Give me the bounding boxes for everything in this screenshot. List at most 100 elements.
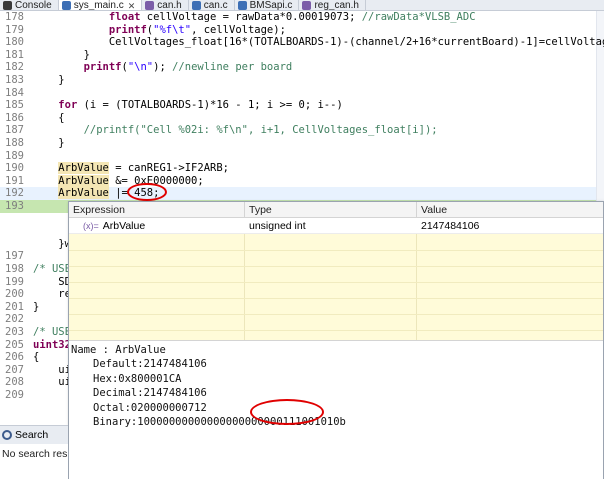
code-text: } [33,48,90,61]
code-line[interactable]: 190 ArbValue = canREG1->IF2ARB; [0,162,596,175]
h-file-icon [302,1,312,10]
line-number: 180 [5,36,24,49]
expression-empty-area [69,234,603,340]
detail-hex: Hex:0x800001CA [93,372,182,385]
tab-sys-main-c[interactable]: sys_main.c ✕ [58,0,143,11]
line-number: 179 [5,23,24,36]
tab-label: can.h [157,0,182,11]
line-number: 207 [5,363,24,376]
line-number: 187 [5,124,24,137]
code-text: printf("%f\t", cellVoltage); [108,23,286,36]
search-view: Search No search results [0,425,68,479]
tab-label: sys_main.c [73,0,124,11]
line-number: 200 [5,288,24,301]
tab-label: can.c [203,0,228,11]
line-number: 209 [5,389,24,401]
line-number: 192 [5,187,24,200]
line-number: 178 [5,11,24,23]
line-number: 181 [5,48,24,61]
detail-name: Name : ArbValue [71,344,166,356]
line-number: 184 [5,86,24,99]
code-line[interactable]: 192 ArbValue |= 458; [0,187,596,200]
line-number: 189 [5,149,24,162]
c-file-icon [191,1,201,10]
value-detail-pane: Name : ArbValue Default:2147484106 Hex:0… [69,340,603,479]
code-text: //printf("Cell %02i: %f\n", i+1, CellVol… [83,124,438,137]
c-file-icon [61,1,71,10]
expression-value: 2147484106 [421,220,480,232]
code-text: } [33,300,40,313]
tab-label: reg_can.h [314,0,359,11]
tab-label: Console [15,0,52,11]
h-file-icon [145,1,155,10]
code-line[interactable]: 184 [0,87,596,100]
detail-decimal: Decimal:2147484106 [93,387,207,400]
code-line[interactable]: 183 } [0,74,596,87]
code-text: CellVoltages_float[16*(TOTALBOARDS-1)-(c… [33,36,604,49]
tab-label: BMSapi.c [249,0,293,11]
line-number: 205 [5,338,24,351]
line-number: 206 [5,351,24,364]
code-line[interactable]: 181 } [0,49,596,62]
search-tab-label: Search [15,429,49,441]
code-line[interactable]: 187 //printf("Cell %02i: %f\n", i+1, Cel… [0,124,596,137]
c-file-icon [237,1,247,10]
expression-type: unsigned int [249,220,306,232]
line-number: 182 [5,61,24,74]
line-number: 185 [5,99,24,112]
code-text: { [33,351,40,364]
detail-default: Default:2147484106 [93,358,207,371]
value-column-header[interactable]: Value [417,202,603,218]
line-number: 202 [5,313,24,326]
line-number: 188 [5,137,24,149]
expression-column-header[interactable]: Expression [69,202,245,218]
code-text: float cellVoltage = rawData*0.00019073; … [108,11,476,23]
code-text: { [33,111,65,124]
line-number: 201 [5,300,24,313]
code-line[interactable]: 182 printf("\n"); //newline per board [0,61,596,74]
highlight-circle-binary [250,399,324,425]
line-number: 199 [5,275,24,288]
expression-row-arbvalue[interactable]: (x)= ArbValue unsigned int 2147484106 [69,218,603,234]
line-number: 203 [5,326,24,338]
highlight-circle-458 [127,183,167,201]
code-line[interactable]: 186 { [0,112,596,125]
code-line[interactable]: 185 for (i = (TOTALBOARDS-1)*16 - 1; i >… [0,99,596,112]
close-icon[interactable]: ✕ [128,1,136,11]
tab-reg-can-h[interactable]: reg_can.h [299,0,366,11]
code-line[interactable]: 189 [0,150,596,163]
code-text: printf("\n"); //newline per board [83,61,293,74]
variable-icon: (x)= [83,221,99,231]
expression-name: ArbValue [102,220,146,232]
tab-can-h[interactable]: can.h [142,0,189,11]
tab-console[interactable]: Console [0,0,59,11]
code-text: ArbValue = canREG1->IF2ARB; [58,162,229,175]
expression-table-header: Expression Type Value [69,202,603,218]
code-line[interactable]: 179 printf("%f\t", cellVoltage); [0,24,596,37]
code-line[interactable]: 180 CellVoltages_float[16*(TOTALBOARDS-1… [0,36,604,49]
line-number: 191 [5,174,24,187]
tab-bmsapi-c[interactable]: BMSapi.c [235,0,300,11]
code-line[interactable]: 178 float cellVoltage = rawData*0.000190… [0,11,596,24]
code-text: } [33,137,65,149]
line-number: 190 [5,162,24,175]
expression-hover-popup[interactable]: Expression Type Value (x)= ArbValue unsi… [68,201,604,479]
code-line[interactable]: 191 ArbValue &= 0xE0000000; [0,174,596,188]
type-column-header[interactable]: Type [245,202,417,218]
line-number: 193 [5,200,24,212]
detail-octal: Octal:020000000712 [93,401,207,414]
line-number: 197 [5,250,24,263]
line-number: 186 [5,111,24,124]
code-text: ArbValue &= 0xE0000000; [58,174,204,187]
console-icon [3,1,12,10]
code-text: } [33,74,65,86]
search-icon [2,430,12,440]
search-results-message: No search results [2,448,68,460]
tab-can-c[interactable]: can.c [189,0,235,11]
line-number: 198 [5,263,24,275]
search-tab[interactable]: Search [0,426,68,444]
editor-tab-bar: Console sys_main.c ✕ can.h can.c BMSapi.c reg_… [0,0,604,11]
detail-binary: Binary:10000000000000000000000111001010b [93,415,346,428]
line-number: 183 [5,74,24,86]
code-line[interactable]: 188 } [0,137,596,150]
